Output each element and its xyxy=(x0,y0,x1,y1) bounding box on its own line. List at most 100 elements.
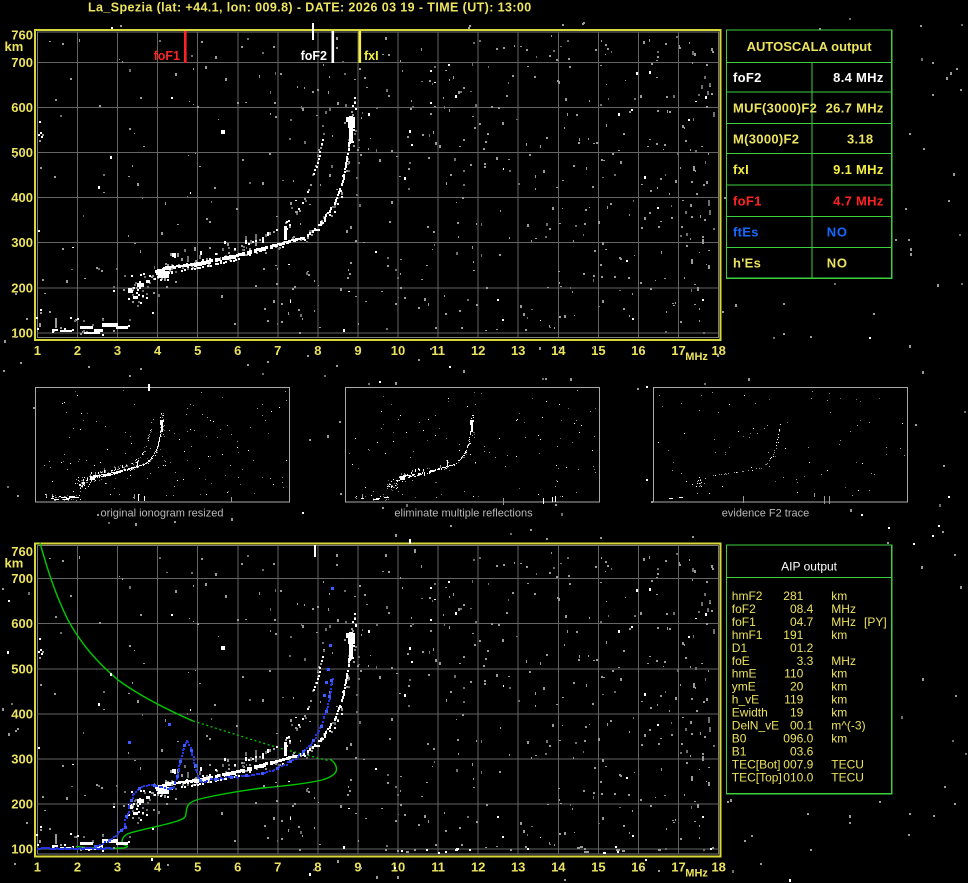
svg-text:03: 03 xyxy=(790,744,804,758)
svg-text:8: 8 xyxy=(314,343,321,358)
svg-text:foF2: foF2 xyxy=(301,49,327,63)
svg-text:100: 100 xyxy=(11,325,33,340)
svg-text:1: 1 xyxy=(34,343,41,358)
svg-text:20: 20 xyxy=(790,680,804,694)
svg-text:08: 08 xyxy=(790,602,804,616)
svg-text:km: km xyxy=(831,680,847,694)
svg-text:.9: .9 xyxy=(803,757,813,771)
svg-text:h_vE: h_vE xyxy=(732,693,759,707)
svg-text:13: 13 xyxy=(511,343,525,358)
svg-text:5: 5 xyxy=(194,860,201,875)
svg-text:191: 191 xyxy=(783,628,803,642)
svg-text:hmF1: hmF1 xyxy=(732,628,763,642)
svg-text:100: 100 xyxy=(11,842,33,857)
svg-text:600: 600 xyxy=(11,616,33,631)
svg-text:096: 096 xyxy=(783,732,803,746)
svg-text:500: 500 xyxy=(11,661,33,676)
svg-text:hmE: hmE xyxy=(732,667,757,681)
svg-text:600: 600 xyxy=(11,100,33,115)
svg-text:.3: .3 xyxy=(803,654,813,668)
svg-text:400: 400 xyxy=(11,706,33,721)
svg-text:.1: .1 xyxy=(803,719,813,733)
svg-text:1: 1 xyxy=(34,860,41,875)
svg-text:.7: .7 xyxy=(803,615,813,629)
svg-text:TEC[Bot]: TEC[Bot] xyxy=(732,757,781,771)
svg-text:11: 11 xyxy=(431,343,445,358)
svg-text:km: km xyxy=(831,628,847,642)
svg-text:2: 2 xyxy=(74,343,81,358)
svg-text:10: 10 xyxy=(391,860,405,875)
svg-text:B1: B1 xyxy=(732,744,747,758)
svg-text:ftEs: ftEs xyxy=(733,225,759,240)
svg-text:200: 200 xyxy=(11,280,33,295)
svg-text:MUF(3000)F2: MUF(3000)F2 xyxy=(733,101,817,116)
svg-text:MHz: MHz xyxy=(685,351,708,363)
svg-text:3.18: 3.18 xyxy=(847,131,874,146)
svg-text:17: 17 xyxy=(671,860,685,875)
svg-text:AIP output: AIP output xyxy=(781,559,837,573)
svg-text:.0: .0 xyxy=(803,732,813,746)
svg-text:.2: .2 xyxy=(803,641,813,655)
svg-text:9: 9 xyxy=(354,343,361,358)
svg-text:281: 281 xyxy=(783,589,803,603)
svg-text:15: 15 xyxy=(591,860,605,875)
svg-text:2: 2 xyxy=(74,860,81,875)
svg-text:04: 04 xyxy=(790,615,804,629)
svg-text:B0: B0 xyxy=(732,732,747,746)
svg-text:DelN_vE: DelN_vE xyxy=(732,719,779,733)
svg-text:010: 010 xyxy=(783,770,803,784)
svg-text:eliminate multiple reflections: eliminate multiple reflections xyxy=(394,508,533,520)
svg-text:18: 18 xyxy=(711,860,725,875)
svg-text:11: 11 xyxy=(431,860,445,875)
svg-text:12: 12 xyxy=(471,343,485,358)
svg-text:5: 5 xyxy=(194,343,201,358)
svg-text:12: 12 xyxy=(471,860,485,875)
svg-text:.0: .0 xyxy=(803,770,813,784)
svg-text:14: 14 xyxy=(551,860,566,875)
svg-text:evidence F2 trace: evidence F2 trace xyxy=(722,508,809,520)
svg-text:NO: NO xyxy=(827,225,848,240)
svg-text:6: 6 xyxy=(234,343,241,358)
svg-text:9.1 MHz: 9.1 MHz xyxy=(833,162,884,177)
svg-text:4.7 MHz: 4.7 MHz xyxy=(833,194,884,209)
svg-text:NO: NO xyxy=(827,256,848,271)
svg-text:16: 16 xyxy=(631,860,645,875)
svg-text:TECU: TECU xyxy=(831,770,864,784)
svg-text:.4: .4 xyxy=(803,602,813,616)
svg-text:4: 4 xyxy=(154,860,162,875)
svg-text:h'Es: h'Es xyxy=(733,256,761,271)
svg-text:foF1: foF1 xyxy=(732,615,756,629)
svg-text:km: km xyxy=(831,667,847,681)
svg-text:3: 3 xyxy=(114,343,121,358)
svg-text:10: 10 xyxy=(391,343,405,358)
svg-text:300: 300 xyxy=(11,235,33,250)
svg-text:ymE: ymE xyxy=(732,680,756,694)
svg-text:original ionogram resized: original ionogram resized xyxy=(101,508,224,520)
svg-text:MHz: MHz xyxy=(831,654,856,668)
svg-text:TECU: TECU xyxy=(831,757,864,771)
svg-text:TEC[Top]: TEC[Top] xyxy=(732,770,782,784)
svg-text:km: km xyxy=(5,39,24,54)
svg-text:300: 300 xyxy=(11,752,33,767)
svg-text:6: 6 xyxy=(234,860,241,875)
svg-text:La_Spezia (lat: +44.1, lon: 00: La_Spezia (lat: +44.1, lon: 009.8) - DAT… xyxy=(88,1,532,15)
svg-text:3: 3 xyxy=(114,860,121,875)
svg-text:700: 700 xyxy=(11,55,33,70)
svg-text:foF2: foF2 xyxy=(733,70,762,85)
svg-text:16: 16 xyxy=(631,343,645,358)
svg-text:4: 4 xyxy=(154,343,162,358)
svg-text:foE: foE xyxy=(732,654,750,668)
svg-text:M(3000)F2: M(3000)F2 xyxy=(733,131,799,146)
svg-text:15: 15 xyxy=(591,343,605,358)
svg-text:MHz: MHz xyxy=(685,868,708,880)
svg-text:400: 400 xyxy=(11,190,33,205)
svg-text:14: 14 xyxy=(551,343,566,358)
svg-text:00: 00 xyxy=(790,719,804,733)
svg-text:D1: D1 xyxy=(732,641,748,655)
svg-text:01: 01 xyxy=(790,641,804,655)
svg-text:MHz: MHz xyxy=(831,615,856,629)
svg-text:MHz: MHz xyxy=(831,602,856,616)
svg-text:110: 110 xyxy=(784,667,803,681)
svg-text:km: km xyxy=(831,589,847,603)
svg-text:700: 700 xyxy=(11,571,33,586)
